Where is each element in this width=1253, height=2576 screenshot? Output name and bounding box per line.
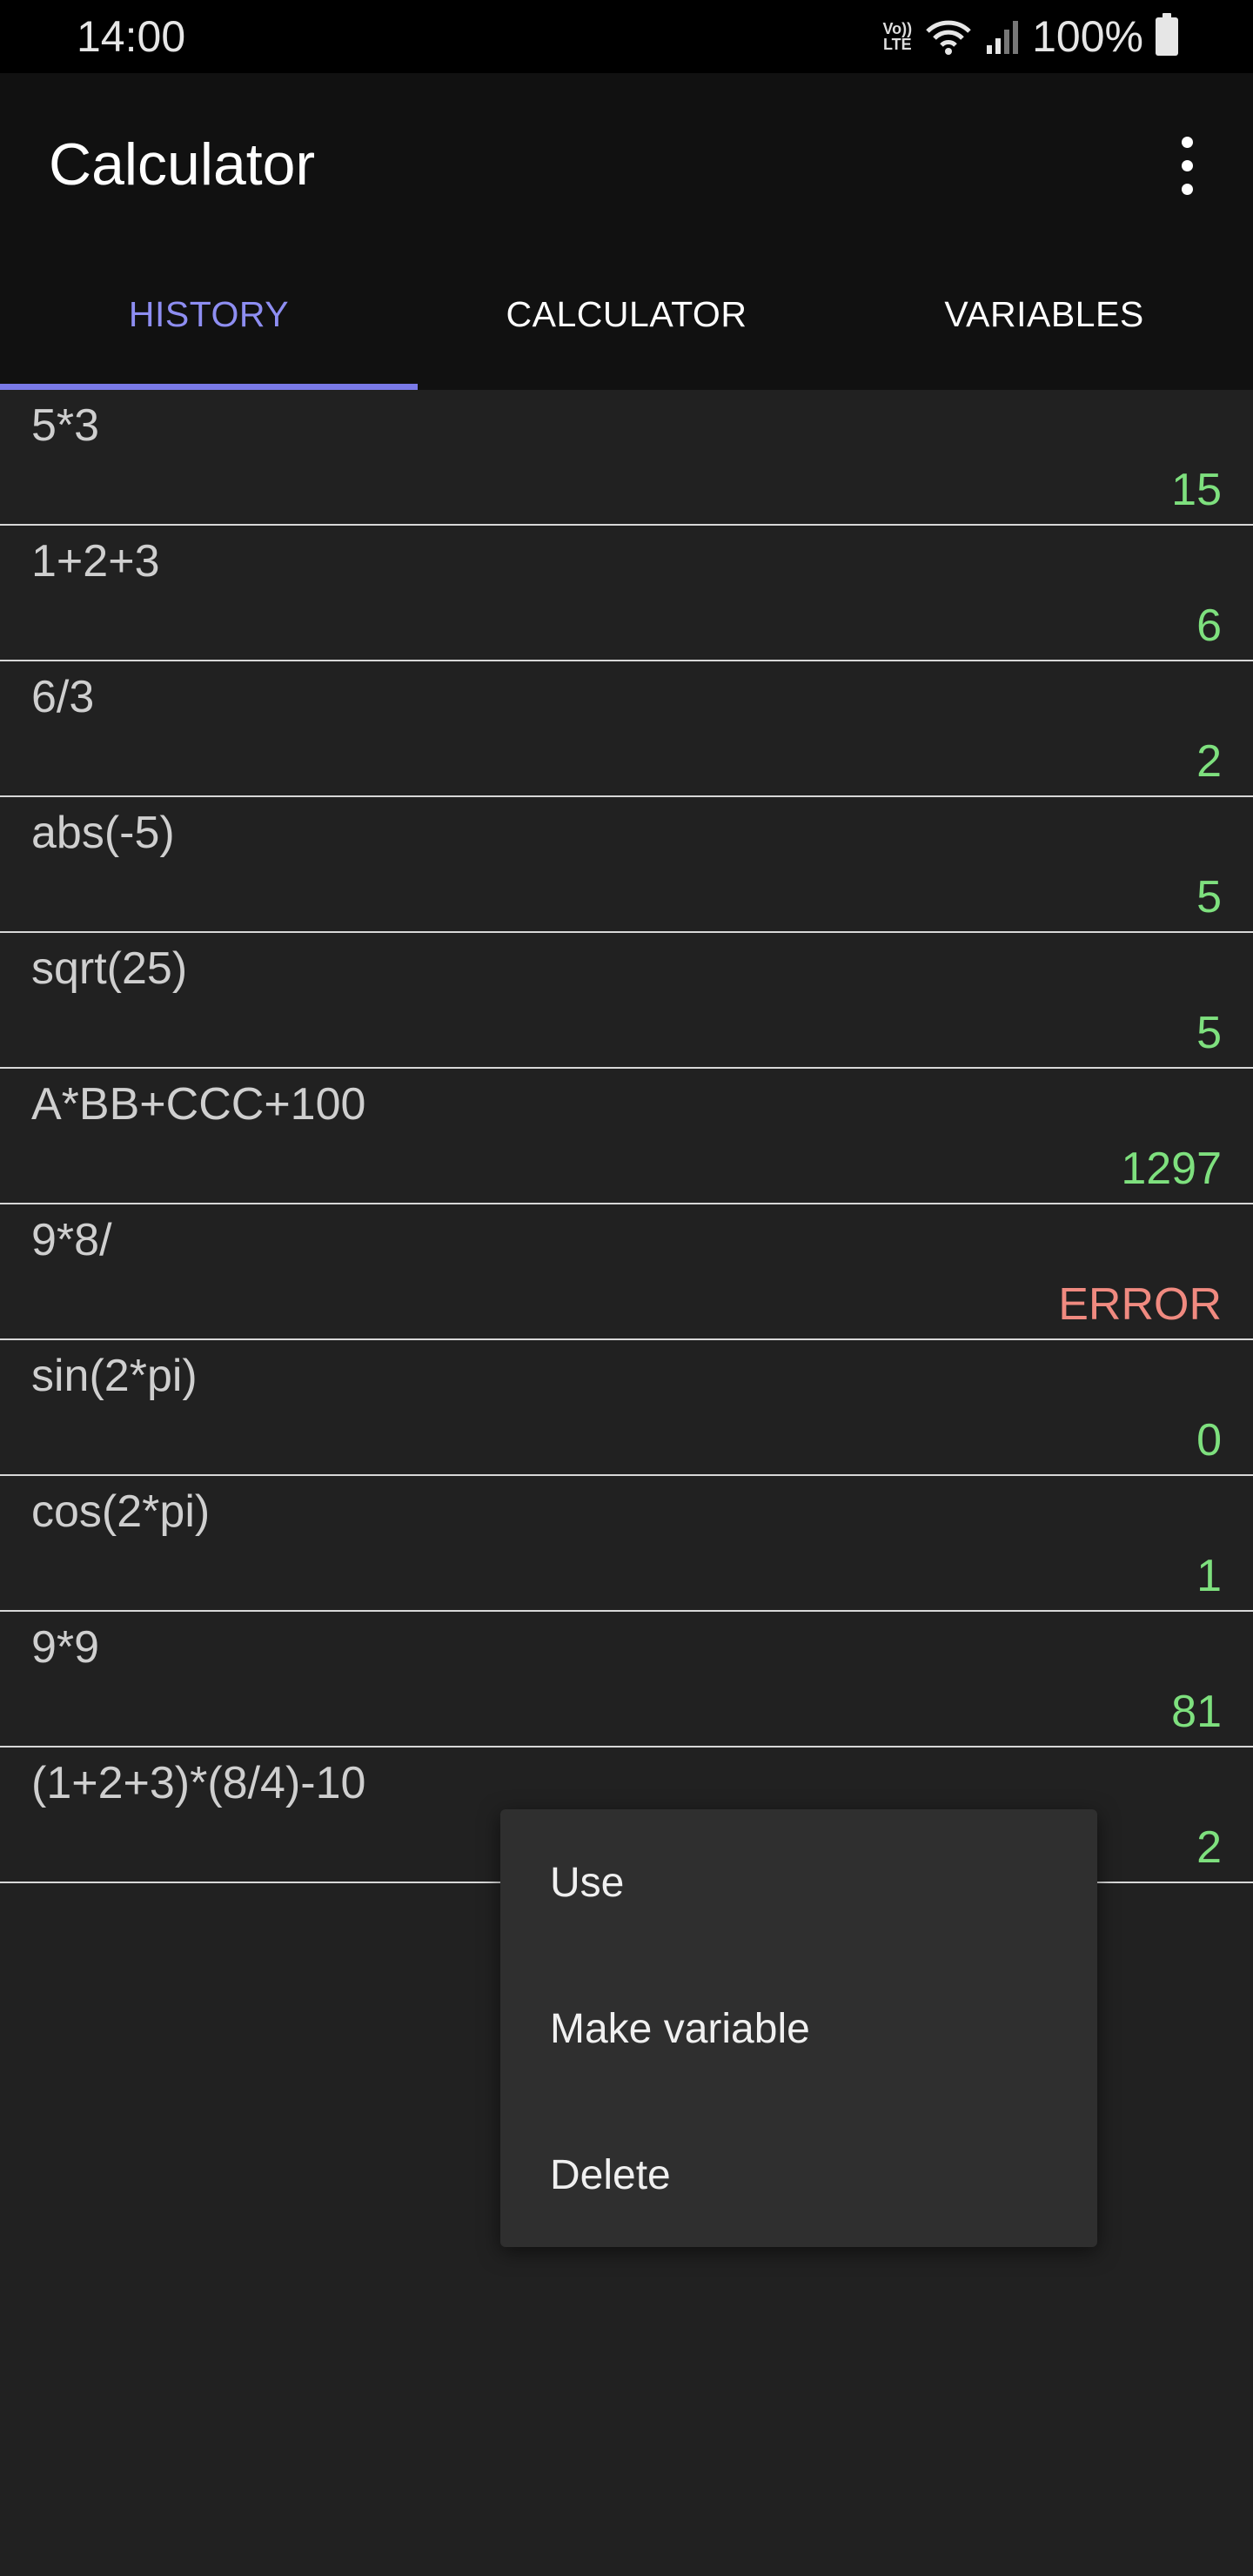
history-expression: 1+2+3	[31, 536, 160, 587]
history-result: 6	[1196, 600, 1222, 651]
history-row[interactable]: 5*3 15	[0, 390, 1253, 526]
status-icons: Vo)) LTE 100%	[882, 12, 1178, 61]
history-row[interactable]: 9*8/ ERROR	[0, 1204, 1253, 1340]
history-expression: cos(2*pi)	[31, 1486, 211, 1537]
menu-item-make-variable[interactable]: Make variable	[500, 1955, 1097, 2102]
history-expression: 9*9	[31, 1622, 100, 1673]
overflow-menu-button[interactable]	[1156, 122, 1218, 209]
history-result: 15	[1171, 465, 1222, 515]
history-expression: 5*3	[31, 400, 100, 451]
history-row[interactable]: cos(2*pi) 1	[0, 1476, 1253, 1612]
history-row[interactable]: sqrt(25) 5	[0, 933, 1253, 1069]
history-result: 5	[1196, 1008, 1222, 1058]
history-result: 5	[1196, 872, 1222, 922]
history-expression: (1+2+3)*(8/4)-10	[31, 1758, 366, 1808]
history-expression: 9*8/	[31, 1215, 112, 1265]
tab-history[interactable]: HISTORY	[0, 238, 418, 390]
history-result-error: ERROR	[1058, 1279, 1222, 1330]
menu-item-delete[interactable]: Delete	[500, 2102, 1097, 2248]
app-bar: Calculator HISTORY CALCULATOR VARIABLES	[0, 73, 1253, 390]
history-result: 1297	[1121, 1144, 1222, 1194]
history-expression: A*BB+CCC+100	[31, 1079, 366, 1130]
battery-icon	[1156, 13, 1178, 56]
menu-item-use[interactable]: Use	[500, 1809, 1097, 1955]
tab-calculator[interactable]: CALCULATOR	[418, 238, 835, 390]
history-row[interactable]: sin(2*pi) 0	[0, 1340, 1253, 1476]
history-list: 5*3 15 1+2+3 6 6/3 2 abs(-5) 5 sqrt(25) …	[0, 390, 1253, 1883]
more-vert-icon	[1181, 136, 1193, 148]
history-row[interactable]: abs(-5) 5	[0, 797, 1253, 933]
tab-bar: HISTORY CALCULATOR VARIABLES	[0, 238, 1253, 390]
app-title: Calculator	[49, 131, 316, 198]
status-time: 14:00	[77, 12, 186, 61]
history-row[interactable]: 9*9 81	[0, 1612, 1253, 1748]
history-expression: sqrt(25)	[31, 943, 188, 994]
volte-icon: Vo)) LTE	[882, 20, 913, 53]
signal-icon	[987, 21, 1019, 54]
status-bar: 14:00 Vo)) LTE 100%	[0, 0, 1253, 73]
history-result: 2	[1196, 1822, 1222, 1873]
history-expression: abs(-5)	[31, 808, 175, 858]
tab-variables[interactable]: VARIABLES	[835, 238, 1253, 390]
history-row[interactable]: A*BB+CCC+100 1297	[0, 1069, 1253, 1204]
history-result: 2	[1196, 736, 1222, 787]
battery-percentage: 100%	[1032, 12, 1143, 61]
history-row[interactable]: 6/3 2	[0, 661, 1253, 797]
history-expression: sin(2*pi)	[31, 1351, 198, 1401]
history-row[interactable]: 1+2+3 6	[0, 526, 1253, 661]
history-expression: 6/3	[31, 672, 95, 722]
history-result: 0	[1196, 1415, 1222, 1466]
history-result: 1	[1196, 1551, 1222, 1601]
context-menu: Use Make variable Delete	[500, 1809, 1097, 2247]
wifi-icon	[926, 20, 971, 55]
history-result: 81	[1171, 1687, 1222, 1737]
